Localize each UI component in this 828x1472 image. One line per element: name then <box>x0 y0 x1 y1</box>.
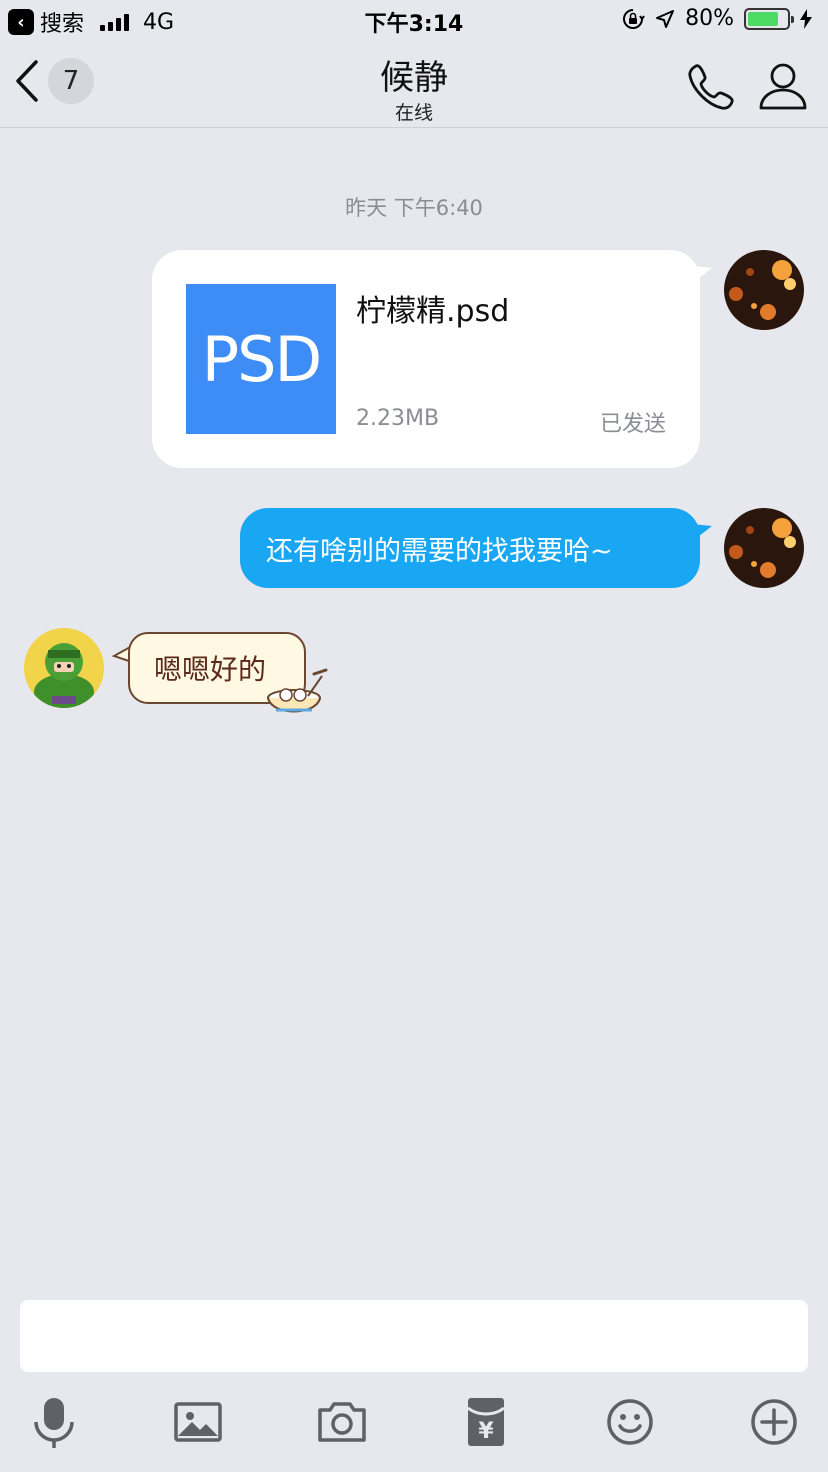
file-size: 2.23MB <box>356 406 440 431</box>
rotation-lock-icon <box>621 7 645 31</box>
contact-avatar[interactable] <box>24 628 104 708</box>
red-packet-icon[interactable]: ¥ <box>456 1392 516 1452</box>
my-avatar[interactable] <box>724 250 804 330</box>
battery-icon <box>744 7 794 30</box>
location-icon <box>655 9 675 29</box>
image-icon[interactable] <box>168 1392 228 1452</box>
camera-icon[interactable] <box>312 1392 372 1452</box>
composer-toolbar: ¥ <box>0 1392 828 1456</box>
rice-ball-bowl-icon <box>264 668 330 720</box>
status-right: 80% <box>621 6 812 31</box>
psd-file-icon: PSD <box>186 284 336 434</box>
battery-percent: 80% <box>685 6 734 31</box>
file-name: 柠檬精.psd <box>356 294 510 329</box>
microphone-icon[interactable] <box>24 1392 84 1452</box>
emoji-icon[interactable] <box>600 1392 660 1452</box>
profile-icon[interactable] <box>758 60 808 112</box>
message-timestamp: 昨天 下午6:40 <box>345 196 483 220</box>
message-input[interactable] <box>20 1300 808 1372</box>
bubble-tail <box>692 266 712 282</box>
battery-fill <box>748 11 779 26</box>
svg-text:¥: ¥ <box>478 1419 494 1444</box>
chat-header: 7 候静 在线 <box>0 42 828 128</box>
my-avatar[interactable] <box>724 508 804 588</box>
charging-icon <box>800 8 812 29</box>
outgoing-text-bubble[interactable]: 还有啥别的需要的找我要哈~ <box>240 508 700 588</box>
bubble-tail <box>692 524 712 540</box>
status-bar: ‹ 搜索 4G 下午3:14 80% <box>0 0 828 42</box>
file-send-status: 已发送 <box>599 412 666 437</box>
file-message-card[interactable]: PSD 柠檬精.psd 2.23MB 已发送 <box>152 250 700 468</box>
phone-icon[interactable] <box>686 60 738 112</box>
plus-icon[interactable] <box>744 1392 804 1452</box>
